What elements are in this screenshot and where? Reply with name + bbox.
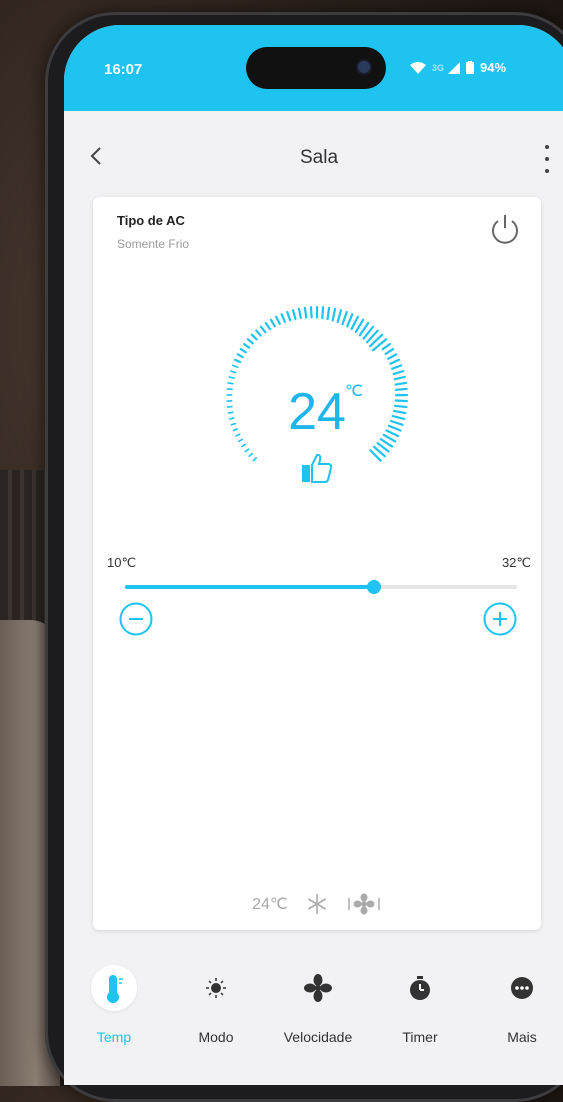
- dial-tick: [386, 349, 394, 354]
- slider-fill: [125, 585, 374, 589]
- nav-item-more[interactable]: Mais: [472, 965, 563, 1045]
- dial-tick: [392, 365, 401, 368]
- dial-tick: [233, 365, 238, 367]
- timer-icon: [397, 965, 443, 1011]
- app-bar: Sala: [64, 111, 563, 201]
- dial-tick: [322, 307, 323, 318]
- temperature-slider[interactable]: [125, 585, 517, 589]
- dial-tick: [333, 309, 335, 321]
- increase-temp-button[interactable]: [483, 602, 517, 636]
- dial-tick: [244, 344, 249, 348]
- ac-type-label: Tipo de AC: [117, 213, 185, 228]
- nav-item-timer[interactable]: Timer: [370, 965, 470, 1045]
- max-temp-label: 32℃: [502, 555, 531, 571]
- dial-tick: [235, 360, 240, 362]
- nav-icon-wrap: [193, 965, 239, 1011]
- kebab-dot: [545, 157, 549, 161]
- dial-tick: [383, 344, 390, 349]
- temperature-value: 24: [93, 382, 541, 442]
- slider-handle[interactable]: [367, 580, 381, 594]
- nav-icon-wrap: [397, 965, 443, 1011]
- power-button[interactable]: [487, 211, 523, 247]
- dial-tick: [229, 377, 234, 378]
- dial-tick: [293, 310, 295, 319]
- dial-tick: [390, 360, 399, 364]
- mode-icon: [193, 965, 239, 1011]
- dial-tick: [311, 307, 312, 317]
- more-icon: [499, 965, 545, 1011]
- nav-item-mode[interactable]: Modo: [166, 965, 266, 1045]
- dial-tick: [231, 371, 236, 372]
- dial-tick: [253, 458, 256, 461]
- bottom-navigation: Temp Modo: [64, 955, 563, 1085]
- status-summary: 24℃: [93, 893, 541, 915]
- dial-tick: [338, 310, 341, 322]
- minus-circle-icon: [119, 602, 153, 636]
- decrease-temp-button[interactable]: [119, 602, 153, 636]
- thumbs-up-icon: [300, 452, 334, 484]
- dial-tick: [261, 327, 265, 333]
- dial-tick: [248, 339, 253, 343]
- dial-tick: [282, 314, 285, 322]
- min-temp-label: 10℃: [107, 555, 136, 571]
- phone-screen: 16:07 3G 94% Sala Tipo de AC Somente Fri…: [64, 25, 563, 1085]
- dial-tick: [266, 323, 270, 329]
- wifi-icon: [410, 62, 426, 74]
- status-time: 16:07: [104, 61, 142, 78]
- dial-tick: [241, 349, 246, 352]
- dial-tick: [352, 317, 358, 329]
- ac-type-value[interactable]: Somente Frio: [117, 237, 189, 251]
- battery-percent: 94%: [480, 60, 506, 75]
- nav-icon-wrap: [295, 965, 341, 1011]
- dial-tick: [238, 354, 243, 357]
- nav-label: Timer: [370, 1029, 470, 1045]
- dial-tick: [305, 308, 306, 318]
- dial-tick: [347, 314, 352, 326]
- dial-tick: [287, 312, 290, 320]
- snowflake-icon: [306, 893, 328, 915]
- fan-icon: [295, 965, 341, 1011]
- nav-label: Temp: [64, 1029, 164, 1045]
- temperature-unit: ℃: [345, 381, 363, 401]
- dynamic-island: [246, 47, 386, 89]
- dial-tick: [395, 377, 405, 379]
- more-options-button[interactable]: [542, 145, 552, 173]
- plus-circle-icon: [483, 602, 517, 636]
- status-icons: 3G 94%: [410, 60, 506, 75]
- kebab-dot: [545, 169, 549, 173]
- dial-tick: [328, 308, 330, 319]
- nav-label: Mais: [472, 1029, 563, 1045]
- signal-icon: [448, 62, 460, 74]
- nav-item-temp[interactable]: Temp: [64, 965, 164, 1045]
- dial-tick: [394, 371, 404, 374]
- nav-icon-wrap: [499, 965, 545, 1011]
- dial-tick: [249, 454, 252, 457]
- page-title: Sala: [64, 147, 563, 169]
- power-icon: [487, 211, 523, 247]
- dial-tick: [299, 309, 301, 318]
- dial-tick: [242, 444, 245, 446]
- fan-speed-icon: [346, 893, 382, 915]
- nav-label: Modo: [166, 1029, 266, 1045]
- nav-icon-wrap: [91, 965, 137, 1011]
- background-chair: [0, 470, 45, 630]
- dial-tick: [256, 331, 261, 336]
- thermometer-icon: [91, 965, 137, 1011]
- dial-tick: [343, 312, 347, 324]
- ac-control-card: Tipo de AC Somente Frio 24 ℃ 10℃ 32℃: [93, 197, 541, 930]
- network-type: 3G: [432, 63, 444, 73]
- kebab-dot: [545, 145, 549, 149]
- dial-tick: [271, 320, 275, 327]
- dial-tick: [245, 449, 248, 451]
- dial-tick: [276, 317, 280, 324]
- nav-label: Velocidade: [268, 1029, 368, 1045]
- dial-tick: [388, 354, 396, 358]
- battery-icon: [466, 61, 474, 74]
- dial-tick: [252, 335, 257, 340]
- camera-icon: [358, 61, 370, 73]
- nav-item-speed[interactable]: Velocidade: [268, 965, 368, 1045]
- summary-temperature: 24℃: [252, 894, 288, 914]
- status-bar: 16:07 3G 94%: [64, 25, 563, 111]
